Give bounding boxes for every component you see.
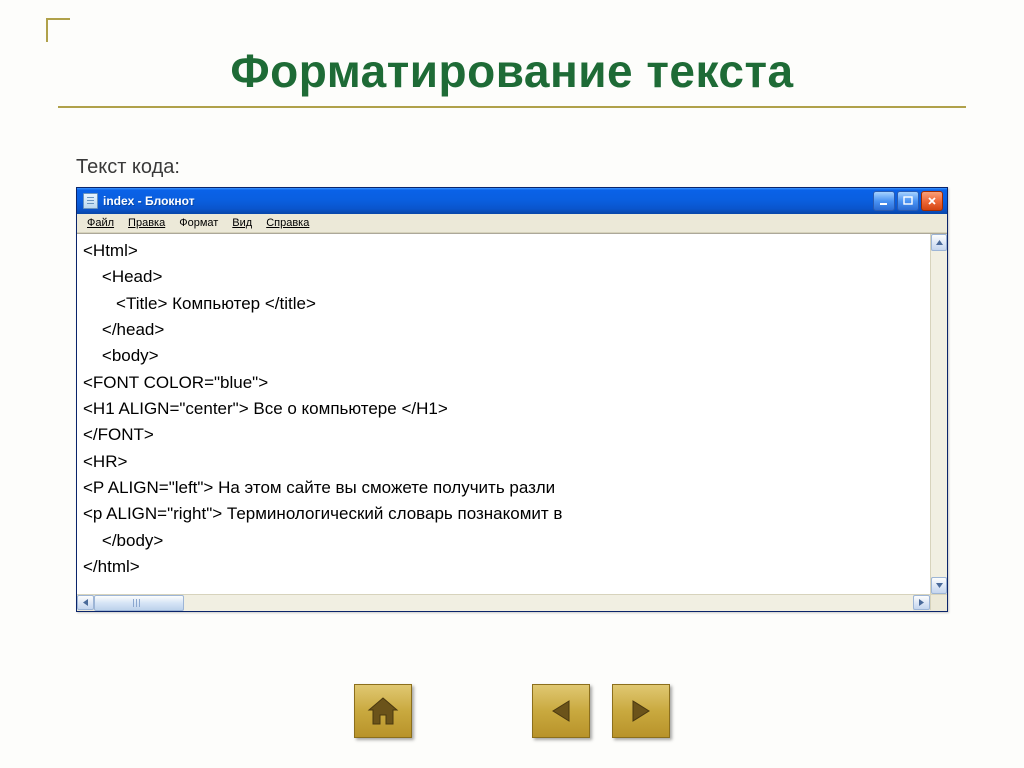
menu-format[interactable]: Формат bbox=[173, 216, 224, 230]
window-titlebar[interactable]: index - Блокнот bbox=[77, 188, 947, 214]
arrow-left-icon bbox=[547, 697, 575, 725]
editor-area: <Html> <Head> <Title> Компьютер </title>… bbox=[77, 233, 947, 594]
scroll-thumb-horizontal[interactable] bbox=[94, 595, 184, 611]
menu-edit[interactable]: Правка bbox=[122, 216, 171, 230]
window-title: index - Блокнот bbox=[103, 194, 873, 208]
scroll-track-horizontal[interactable] bbox=[94, 595, 913, 611]
scrollbar-corner bbox=[930, 595, 947, 610]
notepad-app-icon bbox=[83, 193, 98, 209]
menu-bar: Файл Правка Формат Вид Справка bbox=[77, 214, 947, 233]
home-button[interactable] bbox=[354, 684, 412, 738]
menu-help[interactable]: Справка bbox=[260, 216, 315, 230]
prev-button[interactable] bbox=[532, 684, 590, 738]
scroll-left-button[interactable] bbox=[77, 595, 94, 610]
scroll-right-button[interactable] bbox=[913, 595, 930, 610]
notepad-window: index - Блокнот Файл Правка Формат Вид С… bbox=[76, 187, 948, 612]
minimize-button[interactable] bbox=[873, 191, 895, 211]
vertical-scrollbar[interactable] bbox=[930, 234, 947, 594]
next-button[interactable] bbox=[612, 684, 670, 738]
slide-container: Форматирование текста Текст кода: index … bbox=[0, 0, 1024, 768]
scroll-up-button[interactable] bbox=[931, 234, 947, 251]
menu-view[interactable]: Вид bbox=[226, 216, 258, 230]
slide-subtitle: Текст кода: bbox=[76, 156, 974, 179]
scroll-down-button[interactable] bbox=[931, 577, 947, 594]
horizontal-scrollbar[interactable] bbox=[77, 594, 947, 611]
arrow-right-icon bbox=[627, 697, 655, 725]
title-underline bbox=[58, 106, 966, 108]
prev-next-group bbox=[532, 684, 670, 738]
slide-title: Форматирование текста bbox=[50, 44, 974, 98]
maximize-button[interactable] bbox=[897, 191, 919, 211]
window-controls bbox=[873, 191, 943, 211]
scroll-track-vertical[interactable] bbox=[931, 251, 947, 577]
text-content[interactable]: <Html> <Head> <Title> Компьютер </title>… bbox=[77, 234, 930, 594]
menu-file[interactable]: Файл bbox=[81, 216, 120, 230]
home-icon bbox=[366, 696, 400, 726]
slide-nav bbox=[0, 684, 1024, 738]
close-button[interactable] bbox=[921, 191, 943, 211]
corner-decoration bbox=[46, 18, 70, 42]
